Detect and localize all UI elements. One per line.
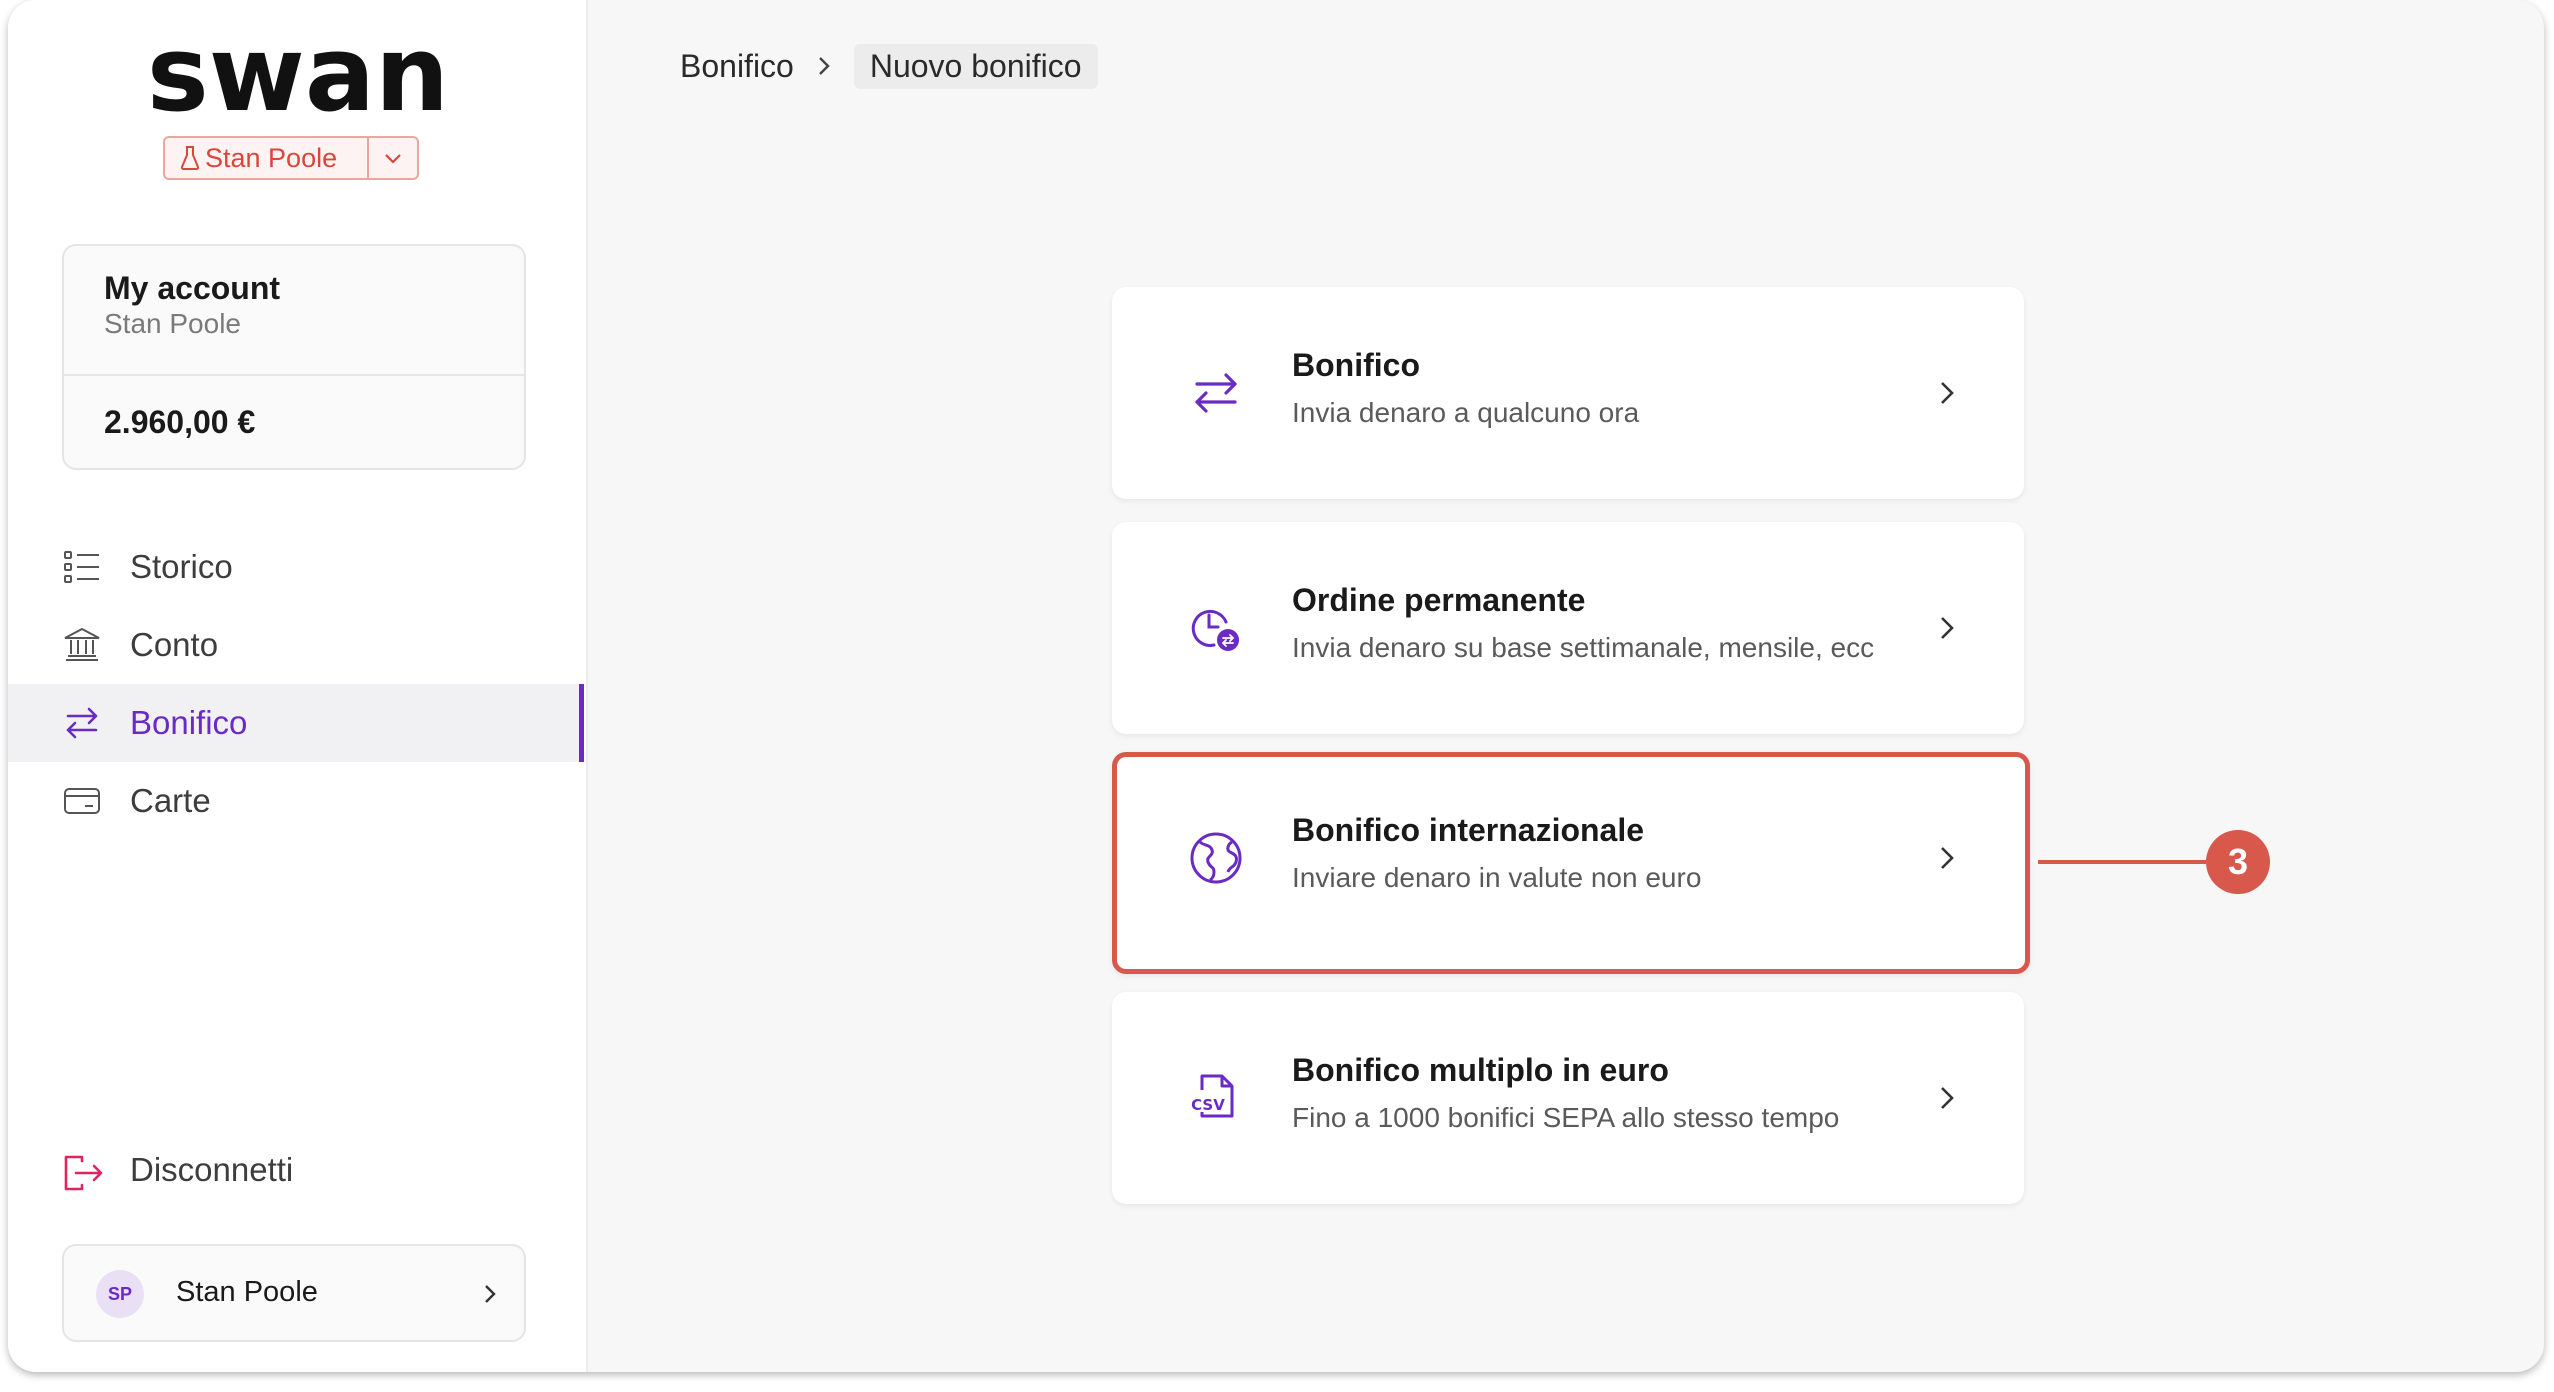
account-switcher-name: Stan Poole	[205, 142, 338, 173]
list-icon	[64, 551, 99, 583]
option-bonifico-multiplo[interactable]: CSV Bonifico multiplo in euro Fino a 100…	[1112, 992, 2024, 1204]
chevron-right-icon	[1941, 847, 1954, 869]
sidebar-item-label: Carte	[130, 782, 211, 819]
transfer-icon	[1195, 373, 1237, 413]
option-title: Ordine permanente	[1292, 582, 1586, 618]
option-bonifico[interactable]: Bonifico Invia denaro a qualcuno ora	[1112, 287, 2024, 499]
flask-icon	[180, 146, 200, 170]
option-description: Fino a 1000 bonifici SEPA allo stesso te…	[1292, 1102, 1840, 1133]
breadcrumb-parent[interactable]: Bonifico	[680, 48, 794, 85]
callout-badge: 3	[2206, 830, 2270, 894]
user-name: Stan Poole	[176, 1276, 318, 1308]
sidebar-item-bonifico[interactable]: Bonifico	[8, 684, 584, 762]
svg-text:swan: swan	[147, 30, 449, 120]
sidebar: swan Stan Poole My account Stan Poole 2.…	[8, 0, 588, 1372]
sidebar-item-label: Storico	[130, 548, 233, 585]
account-title: My account	[104, 270, 281, 306]
breadcrumb: Bonifico Nuovo bonifico	[680, 42, 1098, 90]
disconnect-button[interactable]: Disconnetti	[8, 1143, 584, 1203]
option-description: Inviare denaro in valute non euro	[1292, 862, 1702, 893]
chevron-right-icon	[1941, 1087, 1954, 1109]
logout-icon	[64, 1155, 103, 1191]
breadcrumb-current: Nuovo bonifico	[853, 43, 1098, 89]
sidebar-item-carte[interactable]: Carte	[8, 762, 584, 840]
sidebar-item-label: Bonifico	[130, 704, 248, 741]
option-bonifico-internazionale[interactable]: Bonifico internazionale Inviare denaro i…	[1112, 752, 2030, 974]
option-ordine-permanente[interactable]: Ordine permanente Invia denaro su base s…	[1112, 522, 2024, 734]
avatar: SP	[96, 1270, 144, 1318]
sidebar-item-conto[interactable]: Conto	[8, 606, 584, 684]
callout-line	[2038, 860, 2206, 864]
account-balance: 2.960,00 €	[104, 404, 256, 440]
swan-logo: swan	[147, 30, 449, 120]
disconnect-label: Disconnetti	[130, 1151, 294, 1188]
bank-icon	[64, 627, 100, 661]
recurring-clock-icon	[1191, 609, 1239, 651]
sidebar-item-label: Conto	[130, 626, 219, 663]
option-description: Invia denaro a qualcuno ora	[1292, 397, 1640, 428]
chevron-right-icon	[485, 1285, 496, 1303]
option-description: Invia denaro su base settimanale, mensil…	[1292, 632, 1875, 663]
csv-file-icon: CSV	[1191, 1074, 1234, 1118]
account-holder: Stan Poole	[104, 308, 241, 339]
account-card-divider	[64, 374, 524, 376]
chevron-right-icon	[1941, 617, 1954, 639]
option-title: Bonifico	[1292, 347, 1420, 383]
chevron-right-icon	[1941, 382, 1954, 404]
svg-text:CSV: CSV	[1191, 1096, 1225, 1114]
account-switcher[interactable]: Stan Poole	[163, 136, 419, 180]
option-title: Bonifico multiplo in euro	[1292, 1052, 1669, 1088]
option-title: Bonifico internazionale	[1292, 812, 1645, 848]
sidebar-item-storico[interactable]: Storico	[8, 528, 584, 606]
account-card[interactable]: My account Stan Poole 2.960,00 €	[62, 244, 526, 470]
user-profile-card[interactable]: SP Stan Poole	[62, 1244, 526, 1342]
app-window: swan Stan Poole My account Stan Poole 2.…	[8, 0, 2544, 1372]
globe-icon	[1190, 832, 1242, 884]
transfer-icon	[66, 707, 98, 739]
card-icon	[64, 788, 100, 814]
chevron-down-icon[interactable]	[369, 151, 417, 165]
chevron-right-icon	[794, 52, 854, 80]
